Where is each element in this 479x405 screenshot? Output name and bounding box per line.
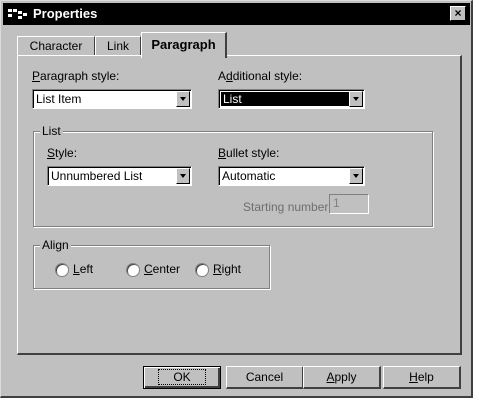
tab-label: Paragraph	[151, 37, 216, 52]
ok-button-label: OK	[158, 369, 206, 385]
starting-number-label: Starting number:	[243, 200, 332, 214]
list-style-label: Style:	[47, 146, 78, 160]
list-group-title: List	[40, 124, 63, 138]
tab-label: Character	[29, 39, 83, 53]
tab-label: Link	[106, 39, 129, 53]
paragraph-style-value: List Item	[36, 92, 82, 106]
paragraph-style-label: Paragraph style:	[32, 69, 120, 83]
close-button[interactable]: ×	[450, 6, 466, 21]
tab-paragraph[interactable]: Paragraph	[141, 32, 227, 58]
list-style-value: Unnumbered List	[51, 169, 143, 183]
additional-style-label: Additional style:	[218, 69, 303, 83]
apply-button-label: Apply	[326, 370, 357, 384]
apply-button[interactable]: Apply	[303, 366, 381, 389]
close-icon: ×	[454, 6, 462, 20]
radio-circle[interactable]	[195, 263, 209, 277]
chevron-down-icon[interactable]	[349, 168, 363, 184]
additional-style-select[interactable]: List	[218, 89, 365, 109]
align-group-title: Align	[40, 238, 71, 252]
radio-circle[interactable]	[55, 263, 69, 277]
app-logo-icon	[8, 9, 27, 19]
help-button[interactable]: Help	[383, 366, 461, 389]
additional-style-value: List	[221, 92, 349, 106]
tab-link[interactable]: Link	[95, 36, 141, 56]
align-center-label: Center	[144, 262, 181, 276]
bullet-style-select[interactable]: Automatic	[218, 166, 365, 186]
chevron-down-icon[interactable]	[176, 168, 190, 184]
starting-number-input[interactable]: 1	[329, 194, 369, 214]
bullet-style-label: Bullet style:	[218, 146, 280, 160]
bullet-style-value: Automatic	[222, 169, 276, 183]
paragraph-style-select[interactable]: List Item	[32, 89, 192, 109]
tab-character[interactable]: Character	[17, 36, 95, 56]
cancel-button-label: Cancel	[245, 370, 284, 384]
chevron-down-icon[interactable]	[176, 91, 190, 107]
list-style-select[interactable]: Unnumbered List	[47, 166, 192, 186]
radio-circle[interactable]	[126, 263, 140, 277]
title-bar[interactable]: Properties ×	[3, 3, 470, 25]
align-left-label: Left	[73, 262, 94, 276]
chevron-down-icon[interactable]	[349, 91, 363, 107]
align-right-label: Right	[213, 262, 242, 276]
cancel-button[interactable]: Cancel	[226, 366, 304, 389]
help-button-label: Help	[409, 370, 434, 384]
ok-button[interactable]: OK	[143, 366, 221, 389]
window-title: Properties	[33, 6, 98, 21]
properties-dialog: Properties × Character Link Paragraph Pa…	[0, 0, 473, 398]
